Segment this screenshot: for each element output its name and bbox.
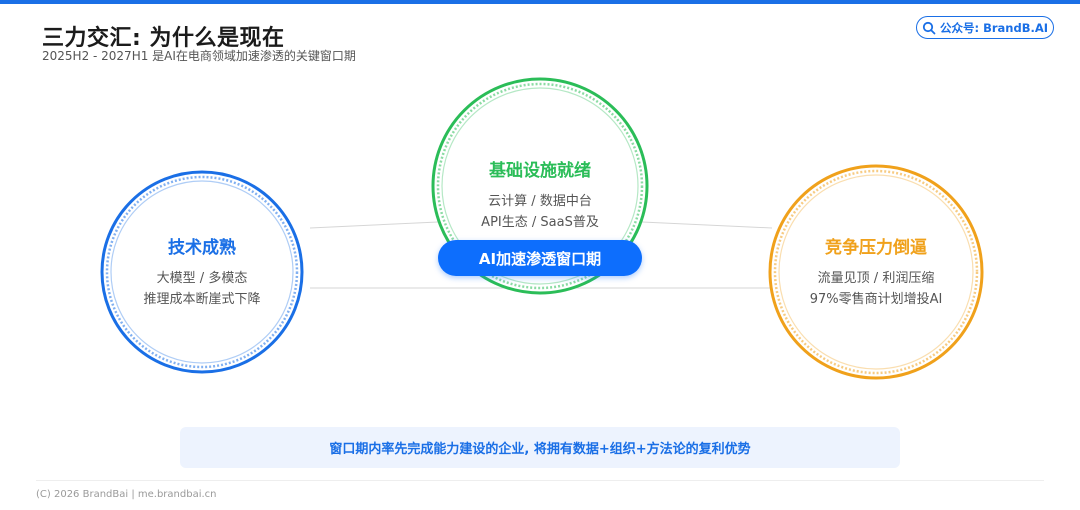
node-competition: 竞争压力倒逼 流量见顶 / 利润压缩 97%零售商计划增投AI	[766, 233, 986, 310]
conclusion-callout: 窗口期内率先完成能力建设的企业, 将拥有数据+组织+方法论的复利优势	[180, 427, 900, 468]
node-tech-line-2: 推理成本断崖式下降	[143, 292, 261, 307]
node-infra: 基础设施就绪 云计算 / 数据中台 API生态 / SaaS普及	[430, 156, 650, 233]
node-tech-title: 技术成熟	[168, 238, 236, 258]
node-tech-line-1: 大模型 / 多模态	[156, 271, 248, 286]
footer-divider	[36, 480, 1044, 481]
node-tech: 技术成熟 大模型 / 多模态 推理成本断崖式下降	[92, 233, 312, 310]
window-period-pill: AI加速渗透窗口期	[438, 240, 642, 276]
node-infra-title: 基础设施就绪	[489, 161, 591, 181]
connector-top-right	[641, 221, 773, 229]
node-infra-line-1: 云计算 / 数据中台	[488, 194, 592, 209]
node-competition-line-1: 流量见顶 / 利润压缩	[817, 271, 935, 286]
connector-left-top	[309, 221, 439, 229]
footer-copyright: (C) 2026 BrandBai | me.brandbai.cn	[36, 489, 217, 500]
node-competition-line-2: 97%零售商计划增投AI	[809, 292, 943, 307]
node-infra-line-2: API生态 / SaaS普及	[481, 215, 599, 230]
node-competition-title: 竞争压力倒逼	[825, 238, 927, 258]
